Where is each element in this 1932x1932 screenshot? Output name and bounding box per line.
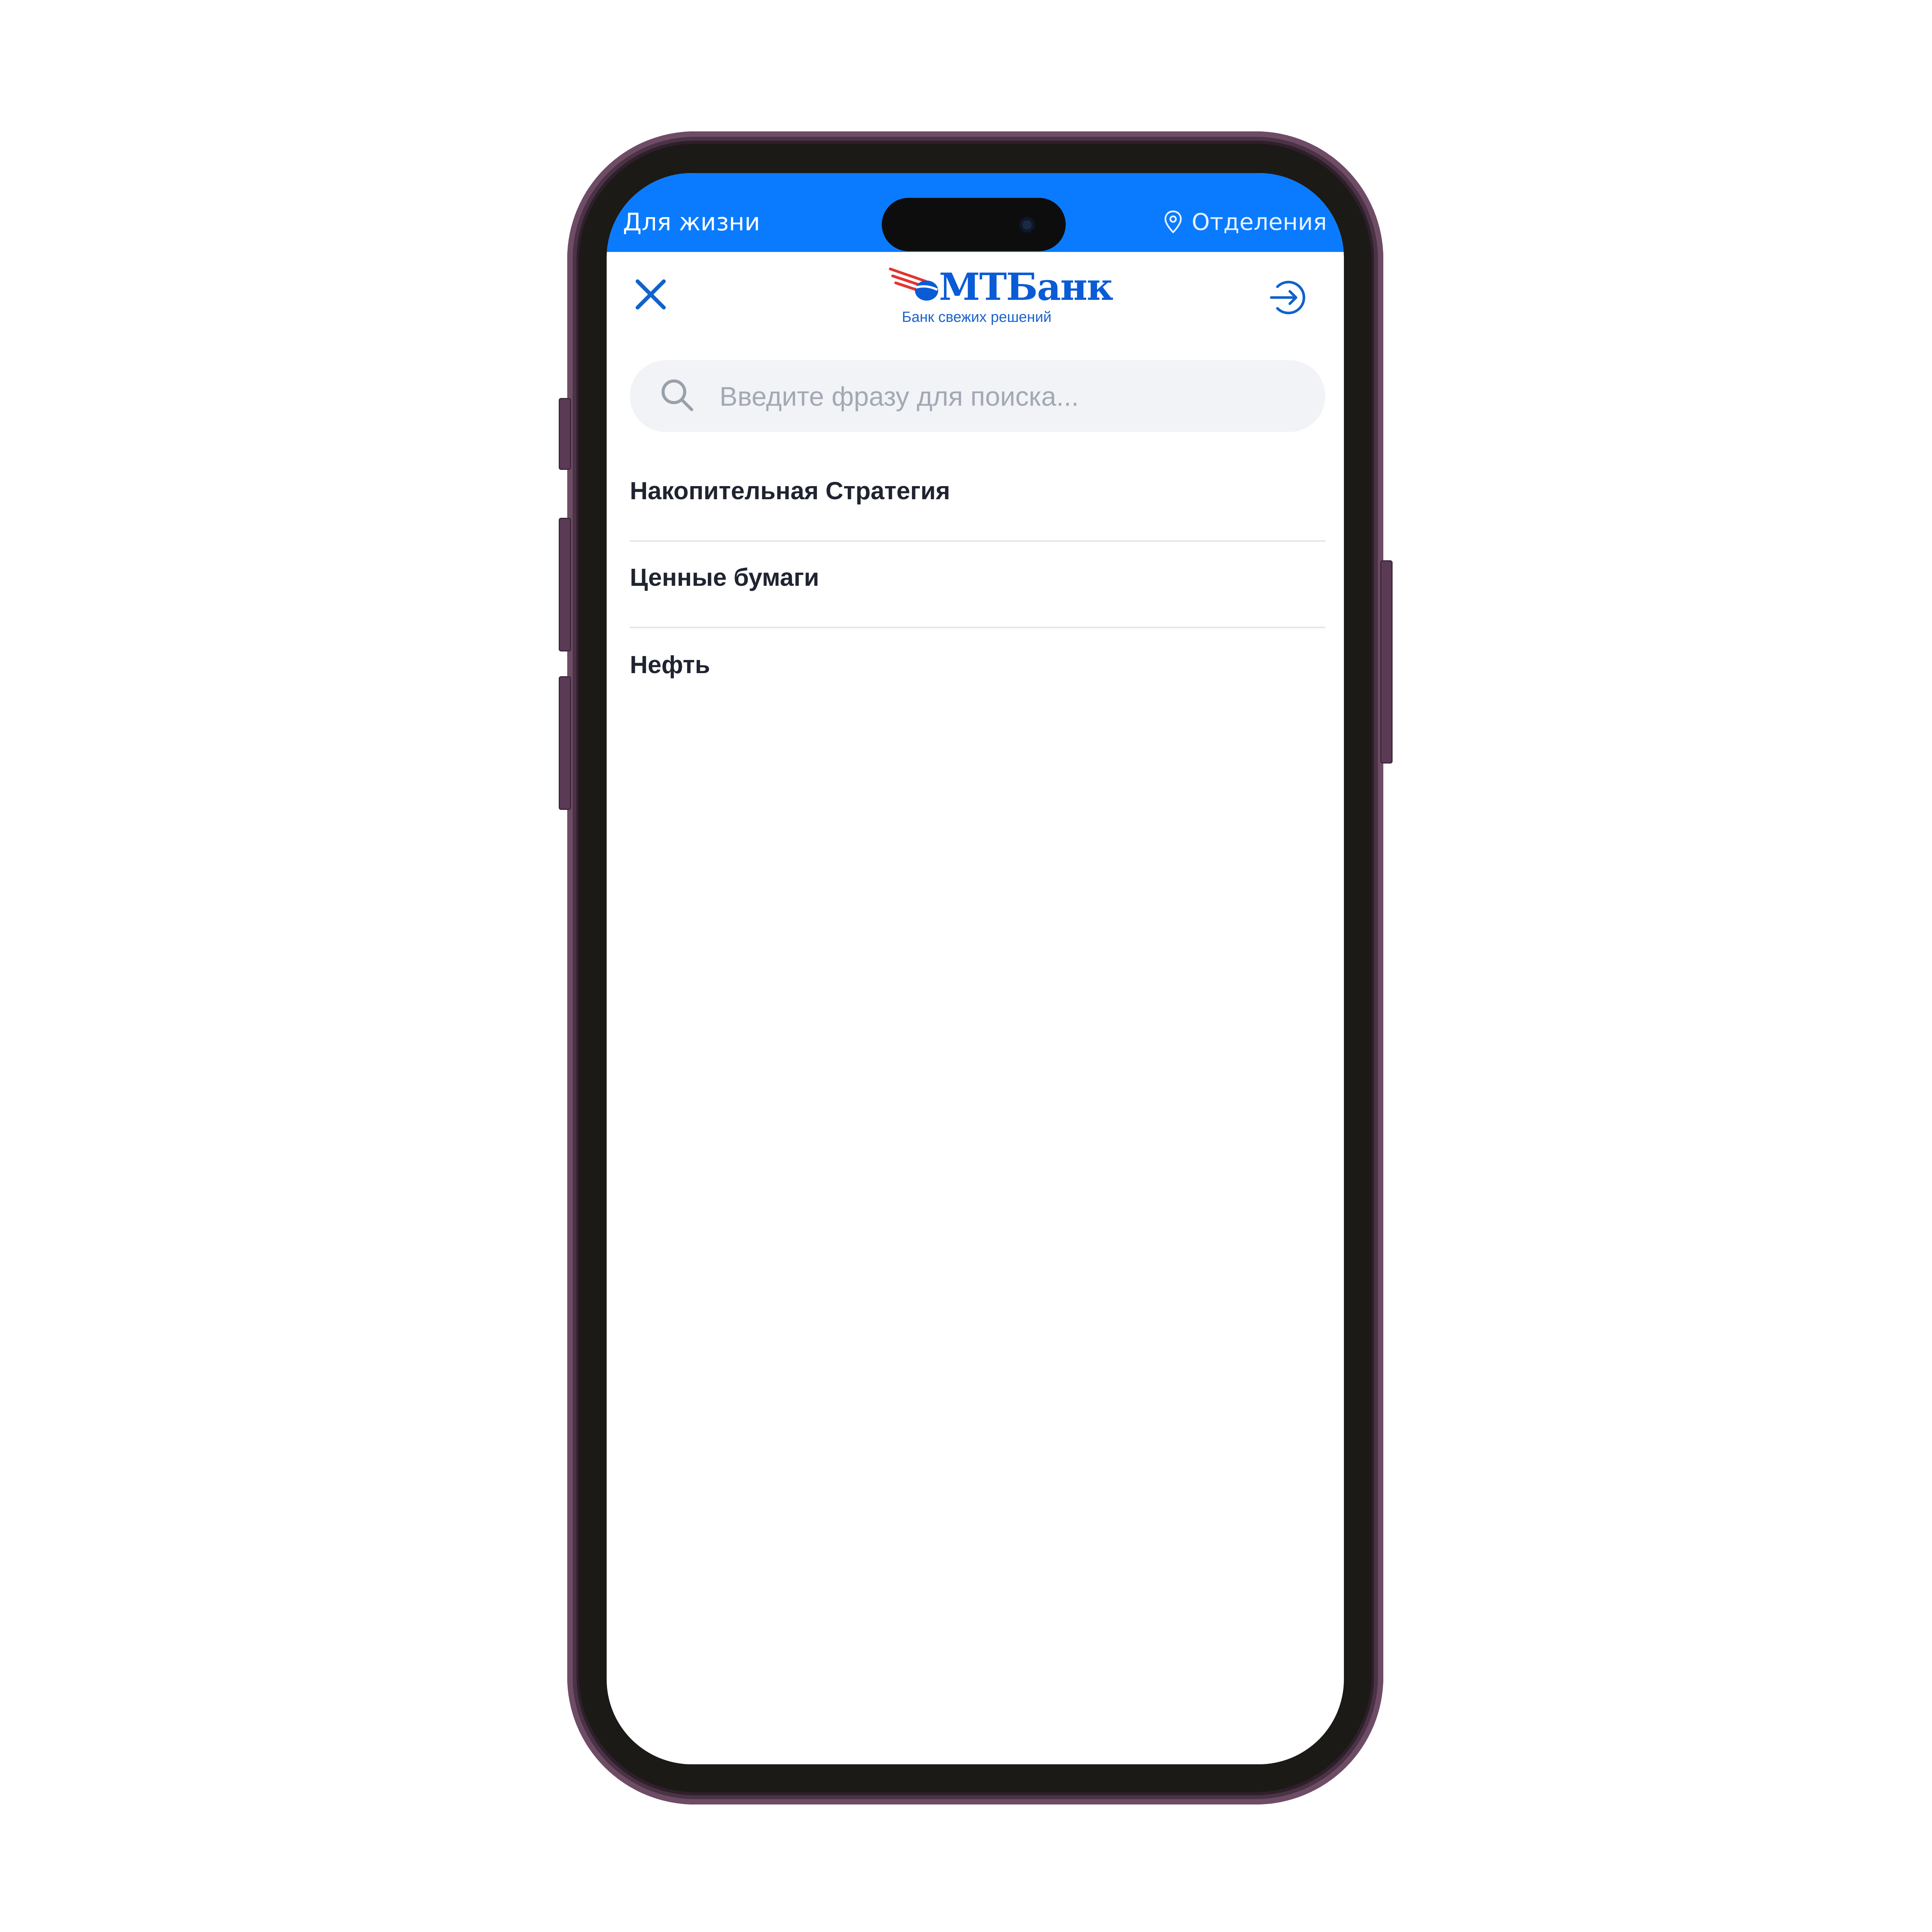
logo-wordmark: МТБанк <box>939 265 1114 309</box>
search-input[interactable] <box>719 360 1300 433</box>
for-life-link[interactable]: Для жизни <box>623 208 760 236</box>
phone-volume-down-button <box>559 676 571 810</box>
result-item[interactable]: Нефть <box>630 628 1325 715</box>
result-item[interactable]: Накопительная Стратегия <box>630 455 1325 542</box>
phone-power-button <box>1380 560 1393 764</box>
result-item-label: Нефть <box>630 651 710 679</box>
dynamic-island <box>882 198 1066 251</box>
phone-screen: Для жизни Отделения МТБанк Банк свежих р… <box>607 173 1344 1764</box>
search-field[interactable] <box>630 360 1325 433</box>
branches-link[interactable]: Отделения <box>1163 209 1327 236</box>
search-icon <box>662 379 693 411</box>
stage: Для жизни Отделения МТБанк Банк свежих р… <box>0 0 1932 1932</box>
branches-label: Отделения <box>1191 209 1327 236</box>
header: МТБанк Банк свежих решений <box>607 252 1344 349</box>
result-item-label: Накопительная Стратегия <box>630 477 950 505</box>
login-arrow-icon[interactable] <box>1267 276 1310 319</box>
mtbank-logo-emblem <box>889 267 938 301</box>
phone-volume-up-button <box>559 518 571 651</box>
logo-tagline: Банк свежих решений <box>902 309 1052 325</box>
phone-action-button <box>559 398 571 470</box>
front-camera <box>1019 217 1035 233</box>
search-results: Накопительная Стратегия Ценные бумаги Не… <box>630 455 1325 715</box>
result-item[interactable]: Ценные бумаги <box>630 542 1325 628</box>
mtbank-logo[interactable]: МТБанк Банк свежих решений <box>889 264 1114 329</box>
close-icon[interactable] <box>631 275 670 314</box>
location-pin-icon <box>1164 210 1182 234</box>
result-item-label: Ценные бумаги <box>630 563 819 591</box>
